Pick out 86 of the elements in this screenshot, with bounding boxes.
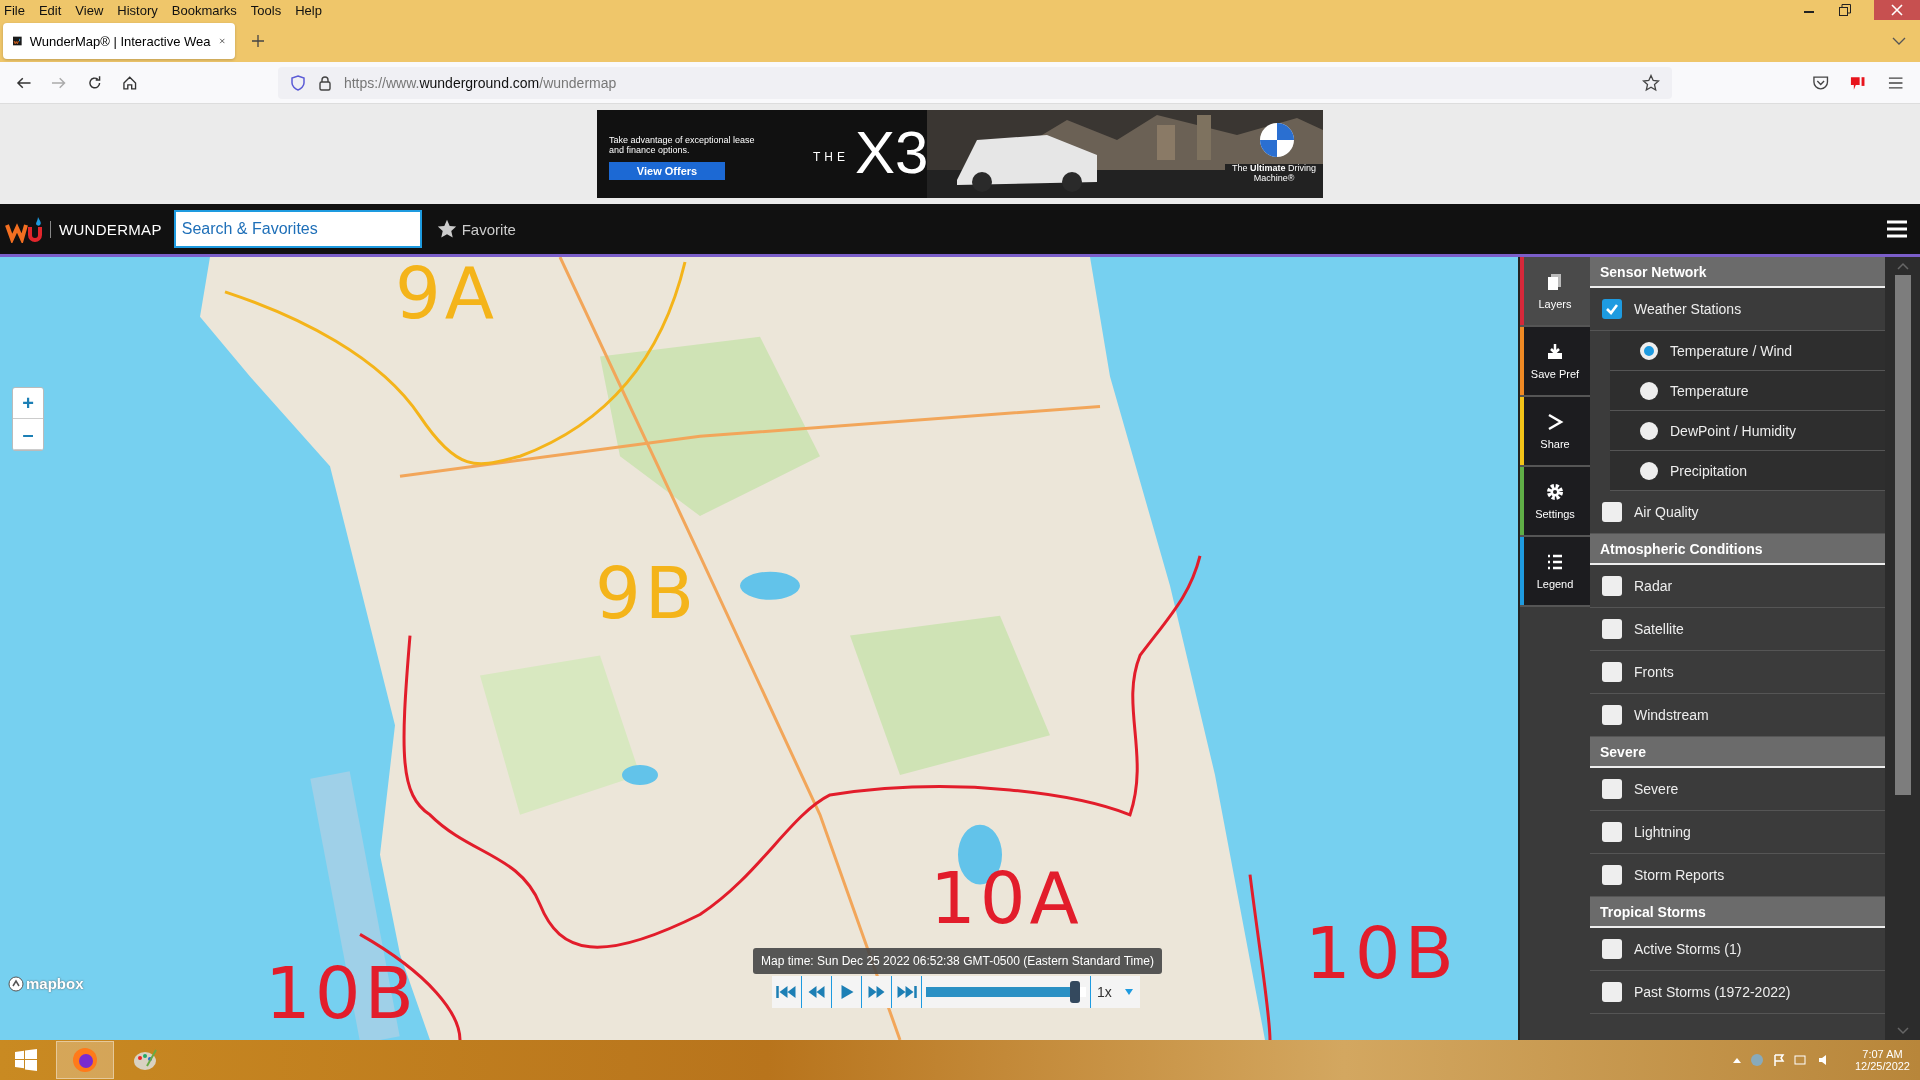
ad-model: X3 (855, 118, 929, 187)
layer-option[interactable]: Precipitation (1610, 451, 1885, 491)
sidebar-tab[interactable]: Share (1520, 397, 1590, 467)
section-header: Atmospheric Conditions (1590, 534, 1885, 565)
menu-item[interactable]: File (4, 2, 25, 18)
ad-heading: THE (813, 150, 849, 164)
address-bar[interactable]: https://www.wunderground.com/wundermap (277, 66, 1672, 99)
handwritten-label: 9B (595, 557, 699, 629)
menu-item[interactable]: View (75, 2, 104, 18)
section-header: Sensor Network (1590, 257, 1885, 288)
shield-icon (289, 74, 306, 91)
sidebar-tab[interactable]: Layers (1520, 257, 1590, 327)
list-icon (1545, 552, 1565, 572)
download-icon (1545, 342, 1565, 362)
bookmark-star-icon[interactable] (1641, 73, 1660, 92)
lock-icon (317, 74, 332, 91)
url-text: https://www.wunderground.com/wundermap (343, 74, 617, 91)
radio-button[interactable] (1640, 461, 1658, 480)
checkbox[interactable] (1602, 982, 1622, 1002)
checkbox[interactable] (1602, 939, 1622, 959)
layer-option[interactable]: Severe (1590, 768, 1885, 811)
menu-item[interactable]: History (117, 2, 158, 18)
favorite-button[interactable]: Favorite (435, 218, 516, 240)
layer-option[interactable]: Fronts (1590, 651, 1885, 694)
mapbox-logo-icon (8, 975, 24, 992)
checkbox[interactable] (1602, 502, 1622, 522)
scrollbar-thumb[interactable] (1894, 275, 1911, 795)
checkbox[interactable] (1602, 662, 1622, 682)
menu-item[interactable]: Bookmarks (171, 2, 237, 18)
zoom-in-button[interactable]: + (13, 388, 43, 419)
handwritten-label: 10A (930, 862, 1083, 934)
radio-button[interactable] (1640, 421, 1658, 440)
radio-button[interactable] (1640, 341, 1658, 360)
layer-option[interactable]: Satellite (1590, 608, 1885, 651)
search-field[interactable]: Search & Favorites (173, 210, 422, 248)
layer-option[interactable]: Past Storms (1972-2022) (1590, 971, 1885, 1014)
new-tab-icon[interactable] (251, 34, 265, 48)
close-icon[interactable] (218, 35, 225, 47)
layer-option[interactable]: Temperature (1610, 371, 1885, 411)
sidebar-tab[interactable]: Settings (1520, 467, 1590, 537)
checkbox[interactable] (1602, 822, 1622, 842)
home-icon[interactable] (122, 74, 138, 91)
menu-item[interactable]: Help (295, 2, 322, 18)
handwritten-label: 9A (395, 257, 499, 329)
settings-icon (1545, 482, 1565, 502)
windows-icon[interactable] (14, 1048, 38, 1072)
checkbox[interactable] (1602, 705, 1622, 725)
layer-option[interactable]: Lightning (1590, 811, 1885, 854)
section-header: Severe (1590, 737, 1885, 768)
radio-button[interactable] (1640, 381, 1658, 400)
checkbox[interactable] (1602, 865, 1622, 885)
map-time-tooltip: Map time: Sun Dec 25 2022 06:52:38 GMT-0500 (Eastern Standard Time) (753, 948, 1162, 974)
firefox-taskbar-button[interactable] (56, 1041, 114, 1079)
ad-text: Take advantage of exceptional lease and finance options. (609, 136, 756, 156)
firefox-icon (71, 1046, 99, 1074)
zoom-out-button[interactable]: – (13, 419, 43, 450)
checkbox[interactable] (1602, 779, 1622, 799)
menu-icon[interactable] (1886, 219, 1908, 239)
section-header: Tropical Storms (1590, 897, 1885, 928)
app-logo[interactable]: WUNDERMAP (0, 209, 162, 249)
menu-item[interactable]: Tools (250, 2, 282, 18)
layer-option[interactable]: DewPoint / Humidity (1610, 411, 1885, 451)
reload-icon[interactable] (86, 74, 103, 91)
scroll-down-icon[interactable] (1895, 1026, 1910, 1036)
caret-icon (1124, 988, 1134, 996)
close-icon (1890, 3, 1904, 17)
layer-option[interactable]: Radar (1590, 565, 1885, 608)
speed-dropdown[interactable]: 1x (1090, 976, 1140, 1008)
handwritten-label: 10B (1305, 917, 1458, 989)
menu-item[interactable]: Edit (38, 2, 62, 18)
checkbox[interactable] (1602, 299, 1622, 319)
handwritten-label: 10B (265, 957, 418, 1029)
checkbox[interactable] (1602, 576, 1622, 596)
wu-logo-icon (4, 215, 44, 243)
layer-option[interactable]: Temperature / Wind (1610, 331, 1885, 371)
layer-option[interactable]: Active Storms (1) (1590, 928, 1885, 971)
browser-tab[interactable]: WunderMap® | Interactive Wea (3, 23, 235, 59)
chevron-down-icon[interactable] (1892, 36, 1906, 46)
sidebar-tab[interactable]: Save Pref (1520, 327, 1590, 397)
scroll-up-icon[interactable] (1895, 261, 1910, 271)
close-button[interactable] (1874, 0, 1920, 20)
sidebar-tab[interactable]: Legend (1520, 537, 1590, 607)
ad-tagline: The Ultimate Driving Machine® (1225, 164, 1323, 184)
checkbox[interactable] (1602, 619, 1622, 639)
star-icon (435, 218, 458, 240)
restore-icon[interactable] (1838, 3, 1852, 17)
